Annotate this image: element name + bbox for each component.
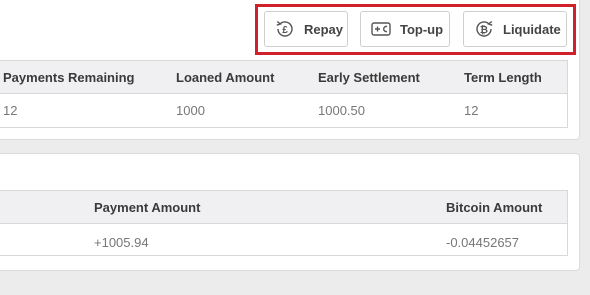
- header-payment-amount: Payment Amount: [94, 200, 201, 215]
- loan-details-table: Payments Remaining Loaned Amount Early S…: [0, 60, 568, 128]
- bitcoin-refresh-icon: ₿: [473, 18, 495, 40]
- cell-term-length: 12: [464, 103, 479, 118]
- header-early-settlement: Early Settlement: [318, 70, 420, 85]
- header-term-length: Term Length: [464, 70, 542, 85]
- cell-payments-remaining: 12: [3, 103, 18, 118]
- cell-early-settlement: 1000.50: [318, 103, 365, 118]
- cell-loaned-amount: 1000: [176, 103, 205, 118]
- header-bitcoin-amount: Bitcoin Amount: [446, 200, 543, 215]
- repay-label: Repay: [304, 21, 344, 37]
- card-plus-icon: [370, 18, 392, 40]
- header-payments-remaining: Payments Remaining: [3, 70, 135, 85]
- liquidate-button[interactable]: ₿ Liquidate: [463, 11, 567, 47]
- svg-text:£: £: [282, 25, 288, 36]
- topup-button[interactable]: Top-up: [360, 11, 450, 47]
- pound-refresh-icon: £: [274, 18, 296, 40]
- liquidate-label: Liquidate: [503, 21, 561, 37]
- topup-label: Top-up: [400, 21, 444, 37]
- payments-table: Payment Amount Bitcoin Amount +1005.94 -…: [0, 190, 568, 256]
- cell-bitcoin-amount: -0.04452657: [446, 235, 520, 250]
- repay-button[interactable]: £ Repay: [264, 11, 348, 47]
- header-loaned-amount: Loaned Amount: [176, 70, 275, 85]
- svg-text:₿: ₿: [480, 24, 488, 36]
- cell-payment-amount: +1005.94: [94, 235, 149, 250]
